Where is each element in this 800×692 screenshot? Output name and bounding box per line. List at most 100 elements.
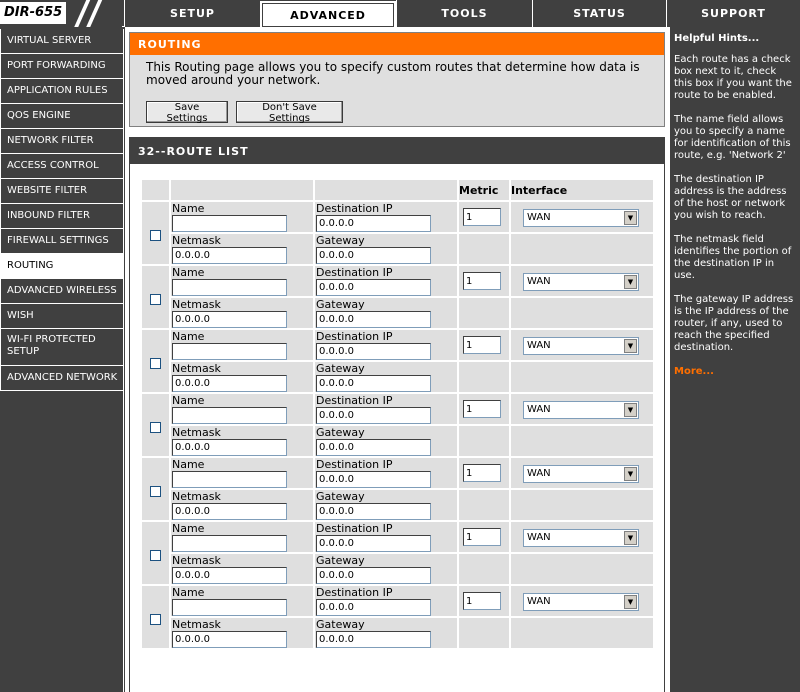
interface-select[interactable]: WAN ▼: [523, 337, 639, 355]
netmask-input[interactable]: [172, 375, 287, 392]
save-settings-button[interactable]: Save Settings: [146, 101, 228, 124]
name-label: Name: [172, 394, 205, 407]
sidebar-item-routing[interactable]: ROUTING: [0, 254, 124, 279]
sidebar-item-wifi-protected-setup[interactable]: WI-FI PROTECTED SETUP: [0, 329, 124, 366]
netmask-input[interactable]: [172, 439, 287, 456]
tab-advanced[interactable]: ADVANCED: [260, 1, 396, 27]
hint-paragraph: Each route has a check box next to it, c…: [674, 54, 792, 101]
netmask-input[interactable]: [172, 567, 287, 584]
table-row: Netmask Gateway: [142, 618, 653, 648]
gateway-input[interactable]: [316, 567, 431, 584]
route-enable-checkbox[interactable]: [150, 486, 161, 497]
tab-support[interactable]: SUPPORT: [666, 0, 800, 27]
netmask-input[interactable]: [172, 631, 287, 648]
table-row: Netmask Gateway: [142, 490, 653, 520]
route-name-input[interactable]: [172, 343, 287, 360]
netmask-label: Netmask: [172, 618, 221, 631]
hint-paragraph: The netmask field identifies the portion…: [674, 234, 792, 281]
tab-tools[interactable]: TOOLS: [396, 0, 532, 27]
table-row: Name Destination IP WAN ▼: [142, 586, 653, 648]
interface-select[interactable]: WAN ▼: [523, 465, 639, 483]
netmask-input[interactable]: [172, 503, 287, 520]
interface-select[interactable]: WAN ▼: [523, 529, 639, 547]
destination-ip-input[interactable]: [316, 599, 431, 616]
sidebar-item-advanced-wireless[interactable]: ADVANCED WIRELESS: [0, 279, 124, 304]
route-name-input[interactable]: [172, 279, 287, 296]
destination-ip-input[interactable]: [316, 407, 431, 424]
route-name-input[interactable]: [172, 535, 287, 552]
hint-paragraph: The name field allows you to specify a n…: [674, 114, 791, 161]
more-link[interactable]: More...: [674, 366, 796, 377]
tab-setup[interactable]: SETUP: [124, 0, 260, 27]
gateway-label: Gateway: [316, 362, 365, 375]
sidebar-item-access-control[interactable]: ACCESS CONTROL: [0, 154, 124, 179]
sidebar-item-website-filter[interactable]: WEBSITE FILTER: [0, 179, 124, 204]
destination-ip-label: Destination IP: [316, 266, 393, 279]
route-name-input[interactable]: [172, 471, 287, 488]
metric-input[interactable]: [463, 592, 501, 610]
interface-select[interactable]: WAN ▼: [523, 593, 639, 611]
main-content: ROUTING This Routing page allows you to …: [125, 27, 669, 692]
destination-ip-input[interactable]: [316, 535, 431, 552]
gateway-label: Gateway: [316, 618, 365, 631]
route-name-input[interactable]: [172, 215, 287, 232]
destination-ip-label: Destination IP: [316, 202, 393, 215]
sidebar-item-virtual-server[interactable]: VIRTUAL SERVER: [0, 29, 124, 54]
route-enable-checkbox[interactable]: [150, 294, 161, 305]
sidebar-item-application-rules[interactable]: APPLICATION RULES: [0, 79, 124, 104]
netmask-label: Netmask: [172, 362, 221, 375]
helpful-hints-panel: Helpful Hints... Each route has a check …: [669, 27, 800, 692]
destination-ip-input[interactable]: [316, 279, 431, 296]
destination-ip-label: Destination IP: [316, 458, 393, 471]
sidebar-item-inbound-filter[interactable]: INBOUND FILTER: [0, 204, 124, 229]
table-row: Name Destination IP WAN ▼: [142, 522, 653, 584]
route-enable-checkbox[interactable]: [150, 230, 161, 241]
metric-input[interactable]: [463, 400, 501, 418]
tab-status[interactable]: STATUS: [532, 0, 666, 27]
interface-value: WAN: [527, 212, 551, 223]
interface-value: WAN: [527, 468, 551, 479]
gateway-input[interactable]: [316, 375, 431, 392]
dont-save-settings-button[interactable]: Don't Save Settings: [236, 101, 343, 124]
gateway-label: Gateway: [316, 554, 365, 567]
sidebar-item-advanced-network[interactable]: ADVANCED NETWORK: [0, 366, 124, 391]
route-enable-checkbox[interactable]: [150, 358, 161, 369]
sidebar-item-port-forwarding[interactable]: PORT FORWARDING: [0, 54, 124, 79]
route-list-section: 32--ROUTE LIST Metric Interface Name Dest…: [129, 137, 665, 692]
metric-input[interactable]: [463, 208, 501, 226]
gateway-input[interactable]: [316, 439, 431, 456]
name-label: Name: [172, 522, 205, 535]
route-name-input[interactable]: [172, 599, 287, 616]
interface-select[interactable]: WAN ▼: [523, 209, 639, 227]
netmask-label: Netmask: [172, 490, 221, 503]
destination-ip-input[interactable]: [316, 215, 431, 232]
metric-input[interactable]: [463, 272, 501, 290]
metric-input[interactable]: [463, 464, 501, 482]
metric-input[interactable]: [463, 528, 501, 546]
sidebar-item-firewall-settings[interactable]: FIREWALL SETTINGS: [0, 229, 124, 254]
route-enable-checkbox[interactable]: [150, 550, 161, 561]
route-enable-checkbox[interactable]: [150, 614, 161, 625]
gateway-input[interactable]: [316, 503, 431, 520]
sidebar-item-wish[interactable]: WISH: [0, 304, 124, 329]
netmask-input[interactable]: [172, 247, 287, 264]
gateway-input[interactable]: [316, 247, 431, 264]
metric-input[interactable]: [463, 336, 501, 354]
gateway-input[interactable]: [316, 311, 431, 328]
destination-ip-input[interactable]: [316, 343, 431, 360]
netmask-input[interactable]: [172, 311, 287, 328]
table-row: Netmask Gateway: [142, 362, 653, 392]
interface-select[interactable]: WAN ▼: [523, 273, 639, 291]
route-enable-checkbox[interactable]: [150, 422, 161, 433]
sidebar-item-network-filter[interactable]: NETWORK FILTER: [0, 129, 124, 154]
interface-value: WAN: [527, 340, 551, 351]
destination-ip-label: Destination IP: [316, 586, 393, 599]
gateway-input[interactable]: [316, 631, 431, 648]
destination-ip-input[interactable]: [316, 471, 431, 488]
sidebar-item-qos-engine[interactable]: QOS ENGINE: [0, 104, 124, 129]
metric-header: Metric: [459, 180, 509, 200]
route-name-input[interactable]: [172, 407, 287, 424]
interface-select[interactable]: WAN ▼: [523, 401, 639, 419]
destination-ip-label: Destination IP: [316, 522, 393, 535]
interface-value: WAN: [527, 404, 551, 415]
